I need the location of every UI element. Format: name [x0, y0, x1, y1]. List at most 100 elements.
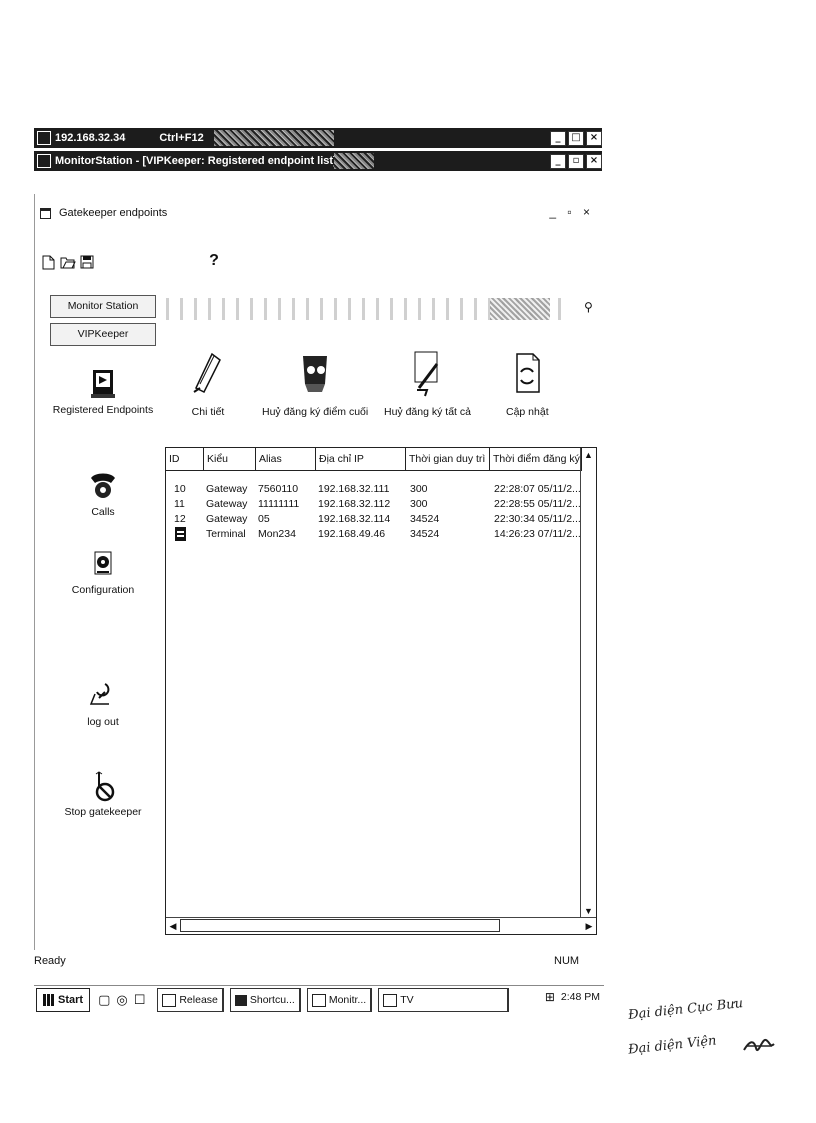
taskbar-button-monitor[interactable]: Monitr...: [306, 988, 373, 1012]
start-button[interactable]: Start: [36, 988, 91, 1012]
endpoints-icon: [91, 370, 115, 398]
column-header-id[interactable]: ID: [166, 448, 204, 470]
close-button[interactable]: ×: [586, 154, 602, 169]
scroll-left-icon[interactable]: ◀: [166, 918, 180, 934]
new-icon[interactable]: [40, 254, 57, 271]
save-icon[interactable]: [78, 254, 95, 271]
cell-ip: 192.168.49.46: [318, 528, 386, 540]
cell-ip: 192.168.32.112: [318, 498, 391, 510]
minimize-button[interactable]: _: [550, 154, 566, 169]
sidebar: Monitor Station VIPKeeper: [50, 295, 156, 351]
cell-alias: 11111111: [258, 498, 300, 510]
cell-registered-at: 22:28:55 05/11/2...: [494, 498, 580, 510]
endpoint-list[interactable]: ID Kiểu Alias Địa chỉ IP Thời gian duy t…: [165, 447, 597, 935]
folder-icon: [383, 993, 398, 1007]
restore-button[interactable]: □: [568, 131, 584, 146]
taskbar-button-label: Release: [179, 994, 218, 1006]
scroll-right-icon[interactable]: ▶: [582, 918, 596, 934]
refresh-label: Cập nhật: [506, 406, 549, 418]
scroll-up-icon[interactable]: ▲: [581, 448, 596, 462]
cell-type: Gateway: [206, 483, 248, 495]
column-header-ttl[interactable]: Thời gian duy trì: [406, 448, 490, 470]
sidebar-item-calls[interactable]: Calls: [48, 470, 158, 518]
signature-line-2: Đại diện Viện: [627, 1033, 718, 1058]
clock[interactable]: 2:48 PM: [561, 991, 600, 1003]
close-button[interactable]: ×: [586, 131, 602, 146]
quick-launch[interactable]: ▢◎☐: [98, 992, 151, 1008]
cell-id: 10: [174, 483, 186, 495]
remote-desktop-icon: [37, 131, 51, 145]
scroll-thumb[interactable]: [180, 919, 500, 932]
monitor-icon: [311, 993, 326, 1007]
sidebar-group-monitor-station[interactable]: Monitor Station: [50, 295, 156, 318]
sidebar-item-stop-gatekeeper[interactable]: Stop gatekeeper: [48, 770, 158, 818]
open-icon[interactable]: [59, 254, 76, 271]
sidebar-item-label: Calls: [91, 506, 115, 518]
pin-icon[interactable]: ⚲: [584, 300, 593, 314]
sidebar-group-vipkeeper[interactable]: VIPKeeper: [50, 323, 156, 346]
toolbar: [40, 252, 95, 272]
vertical-scrollbar[interactable]: ▲ ▼: [580, 448, 596, 918]
sidebar-item-label: Stop gatekeeper: [64, 806, 142, 818]
remote-session-titlebar[interactable]: 192.168.32.34 Ctrl+F12 _ □ ×: [34, 128, 602, 148]
signature-scribble: [743, 1038, 775, 1051]
column-header-alias[interactable]: Alias: [256, 448, 316, 470]
scroll-down-icon[interactable]: ▼: [581, 904, 596, 918]
document-icon: [40, 207, 51, 219]
minimize-button[interactable]: _: [550, 131, 566, 146]
remote-session-title: 192.168.32.34: [55, 132, 126, 144]
windows-logo-icon: [43, 994, 55, 1006]
num-lock-indicator: NUM: [554, 955, 580, 967]
app-titlebar[interactable]: MonitorStation - [VIPKeeper: Registered …: [34, 151, 602, 171]
column-header-type[interactable]: Kiểu: [204, 448, 256, 470]
system-tray: ⊞ 2:48 PM: [545, 990, 600, 1004]
sidebar-item-configuration[interactable]: Configuration: [48, 548, 158, 596]
table-row[interactable]: 10 Gateway 7560110 192.168.32.111 300 22…: [166, 482, 582, 497]
cell-alias: Mon234: [258, 528, 296, 540]
taskbar-button-shortcut[interactable]: Shortcu...: [229, 988, 301, 1012]
cell-type: Terminal: [206, 528, 246, 540]
unregister-all-button[interactable]: Huỷ đăng ký tất cả: [384, 348, 471, 418]
column-header-registered-at[interactable]: Thời điểm đăng ký: [490, 448, 582, 470]
title-artifact: [334, 153, 374, 169]
details-label: Chi tiết: [191, 406, 225, 418]
details-button[interactable]: Chi tiết: [188, 348, 228, 418]
document-title: Gatekeeper endpoints: [59, 207, 168, 219]
sidebar-item-label: Registered Endpoints: [52, 404, 154, 416]
cell-id: 11: [174, 498, 185, 510]
unregister-endpoint-label: Huỷ đăng ký điểm cuối: [262, 406, 369, 418]
help-icon[interactable]: ?: [205, 252, 223, 272]
maximize-button[interactable]: ▫: [568, 154, 584, 169]
details-icon: [193, 352, 221, 394]
sidebar-item-logout[interactable]: log out: [48, 680, 158, 728]
unregister-endpoint-button[interactable]: Huỷ đăng ký điểm cuối: [262, 348, 368, 418]
status-text: Ready: [34, 955, 66, 967]
unregister-all-icon: [414, 351, 439, 397]
taskbar-button-label: Monitr...: [328, 994, 367, 1006]
configuration-icon: [94, 551, 112, 575]
title-artifact: [214, 130, 334, 146]
sidebar-item-registered-endpoints[interactable]: Registered Endpoints: [48, 368, 158, 416]
unregister-all-label: Huỷ đăng ký tất cả: [384, 406, 471, 418]
column-header-ip[interactable]: Địa chỉ IP: [316, 448, 406, 470]
sidebar-item-label: log out: [87, 716, 119, 728]
table-row[interactable]: 12 Gateway 05 192.168.32.114 34524 22:30…: [166, 512, 582, 527]
list-header: ID Kiểu Alias Địa chỉ IP Thời gian duy t…: [166, 448, 582, 471]
sidebar-item-label: Configuration: [71, 584, 135, 596]
horizontal-scrollbar[interactable]: ◀ ▶: [166, 917, 596, 934]
refresh-button[interactable]: Cập nhật: [506, 348, 549, 418]
calls-icon: [91, 473, 115, 498]
table-row[interactable]: Terminal Mon234 192.168.49.46 34524 14:2…: [166, 527, 582, 542]
table-row[interactable]: 11 Gateway 11111111 192.168.32.112 300 2…: [166, 497, 582, 512]
cell-registered-at: 22:28:07 05/11/2...: [494, 483, 580, 495]
taskbar-button-tv[interactable]: TV: [378, 988, 510, 1012]
network-icon[interactable]: ⊞: [545, 990, 555, 1004]
cell-registered-at: 22:30:34 05/11/2...: [494, 513, 580, 525]
cell-ttl: 34524: [410, 513, 440, 525]
taskbar-button-release[interactable]: Release: [157, 988, 224, 1012]
cell-id: 12: [174, 513, 186, 525]
cell-alias: 7560110: [258, 483, 299, 495]
logout-icon: [89, 683, 110, 705]
document-window-controls[interactable]: _ ▫ ×: [549, 205, 594, 219]
taskbar-button-label: TV: [400, 994, 414, 1006]
